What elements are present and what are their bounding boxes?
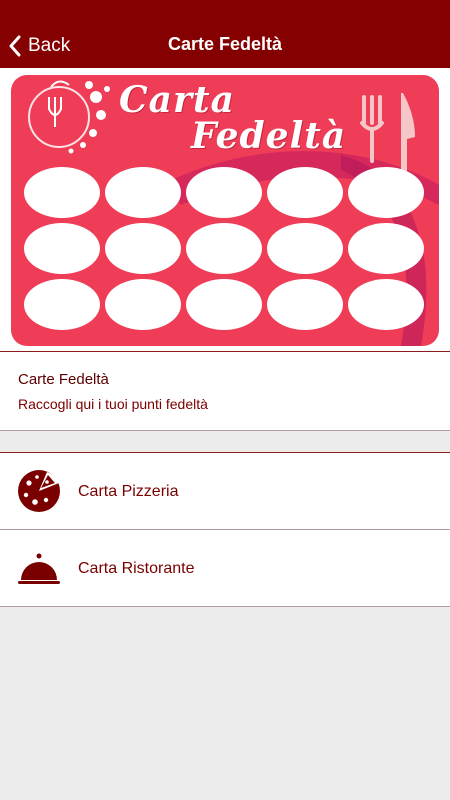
card-title-line2: Fedeltà [191,115,347,157]
info-section: Carte Fedeltà Raccogli qui i tuoi punti … [0,351,450,431]
stamp-slot [105,167,181,218]
card-list: Carta Pizzeria Carta Ristorante [0,452,450,607]
stamp-slot [348,167,424,218]
cloche-icon [18,553,60,584]
stamp-slot [24,167,100,218]
list-item-label: Carta Ristorante [78,560,195,577]
pizza-icon [18,470,60,512]
page-title: Carte Fedeltà [167,34,283,54]
stamp-slot [105,223,181,274]
loyalty-card-banner: Carta Fedeltà [0,68,450,351]
stamp-slot [186,223,262,274]
info-title: Carte Fedeltà [18,371,109,388]
stamp-slot [24,279,100,330]
stamp-slot [267,279,343,330]
stamp-slot [105,279,181,330]
list-item-label: Carta Pizzeria [78,483,179,500]
stamp-slot [186,167,262,218]
stamp-grid [24,167,428,330]
stamp-slot [348,223,424,274]
stamp-slot [267,223,343,274]
list-item-carta-pizzeria[interactable]: Carta Pizzeria [0,453,450,530]
tomato-logo [28,80,110,154]
navigation-bar: Back Carte Fedeltà [0,0,450,68]
stamp-slot [348,279,424,330]
stamp-slot [267,167,343,218]
list-item-carta-ristorante[interactable]: Carta Ristorante [0,530,450,607]
stamp-slot [186,279,262,330]
loyalty-card-image: Carta Fedeltà [11,75,439,346]
stamp-slot [24,223,100,274]
info-subtitle: Raccogli qui i tuoi punti fedeltà [18,396,208,412]
